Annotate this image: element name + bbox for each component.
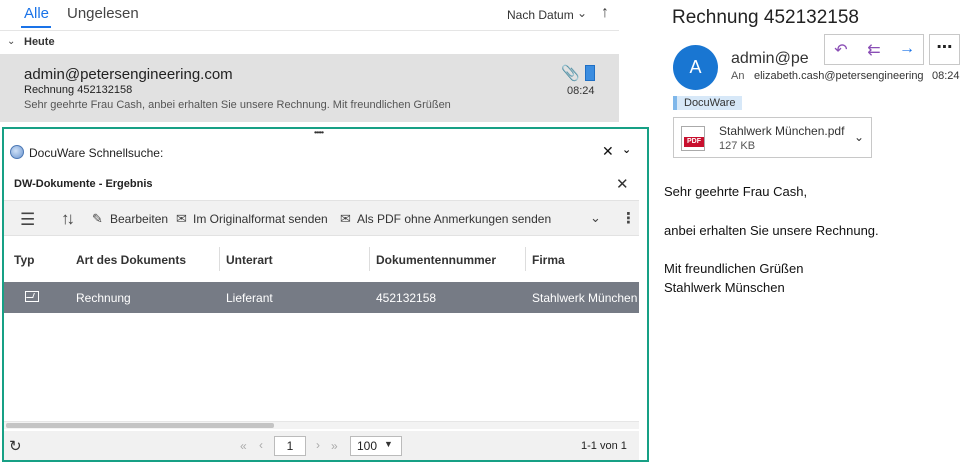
reply-button-group: ↶ ⇇ → <box>824 34 924 65</box>
page-number-input[interactable]: 1 <box>274 436 306 456</box>
body-line: anbei erhalten Sie unsere Rechnung. <box>664 223 879 238</box>
last-page-icon[interactable]: » <box>331 439 338 453</box>
cell-subtype: Lieferant <box>226 291 273 305</box>
flag-icon[interactable] <box>585 65 595 81</box>
sort-by-date-button[interactable]: Nach Datum <box>507 8 574 22</box>
divider <box>0 30 619 31</box>
group-label-today: Heute <box>24 36 55 48</box>
tab-unread[interactable]: Ungelesen <box>67 5 139 22</box>
column-divider[interactable] <box>369 247 370 271</box>
pencil-icon[interactable]: ✎ <box>92 211 103 227</box>
resize-handle[interactable]: ••••• <box>314 128 324 137</box>
result-count: 1-1 von 1 <box>581 440 627 452</box>
mail-preview: Sehr geehrte Frau Cash, anbei erhalten S… <box>24 99 451 111</box>
mail-subject: Rechnung 452132158 <box>24 84 133 96</box>
attachment-card[interactable]: PDF Stahlwerk München.pdf 127 KB ⌄ <box>673 117 872 158</box>
column-header-type[interactable]: Typ <box>14 253 34 267</box>
sort-icon[interactable]: ↑↓ <box>61 209 75 229</box>
page-size-select[interactable]: 100 <box>350 436 402 456</box>
result-title: DW-Dokumente - Ergebnis <box>14 178 153 190</box>
globe-icon <box>10 145 24 159</box>
message-title: Rechnung 452132158 <box>672 7 860 28</box>
to-label: An <box>731 70 745 82</box>
chevron-down-icon[interactable]: ⌄ <box>577 6 587 20</box>
cell-company: Stahlwerk München <box>532 291 638 305</box>
body-line: Mit freundlichen Grüßen <box>664 261 804 276</box>
next-page-icon[interactable]: › <box>316 438 320 452</box>
active-tab-indicator <box>21 26 51 28</box>
group-collapse-icon[interactable]: ⌄ <box>7 36 15 47</box>
more-icon[interactable]: ⋯ <box>929 34 960 65</box>
message-time: 08:24 <box>932 70 960 82</box>
close-result-icon[interactable]: ✕ <box>616 175 629 193</box>
list-view-icon[interactable]: ☰ <box>20 210 35 230</box>
attachment-size: 127 KB <box>719 140 756 152</box>
mail-icon[interactable]: ✉ <box>176 211 187 227</box>
result-toolbar: ☰ ↑↓ ✎ Bearbeiten ✉ Im Originalformat se… <box>4 200 639 236</box>
pdf-icon: PDF <box>681 126 705 151</box>
column-header-doc-number[interactable]: Dokumentennummer <box>376 253 496 267</box>
mail-icon[interactable]: ✉ <box>340 211 351 227</box>
forward-icon[interactable]: → <box>891 40 923 58</box>
pane-title: DocuWare Schnellsuche: <box>29 146 164 160</box>
column-divider[interactable] <box>219 247 220 271</box>
more-icon[interactable]: ⋮ <box>621 209 636 227</box>
cell-doc-number: 452132158 <box>376 291 437 305</box>
mail-list-item[interactable]: admin@petersengineering.com Rechnung 452… <box>0 54 619 122</box>
reply-all-icon[interactable]: ⇇ <box>858 40 890 60</box>
body-line: Stahlwerk Münschen <box>664 280 785 295</box>
docuware-pane: ••••• DocuWare Schnellsuche: ✕ ⌄ DW-Doku… <box>2 127 649 462</box>
category-tag[interactable]: DocuWare <box>677 96 742 110</box>
edit-button[interactable]: Bearbeiten <box>110 212 168 226</box>
paperclip-icon: 📎 <box>561 65 580 82</box>
mail-time: 08:24 <box>567 85 595 97</box>
first-page-icon[interactable]: « <box>240 439 247 453</box>
pdf-badge: PDF <box>684 137 704 147</box>
send-pdf-button[interactable]: Als PDF ohne Anmerkungen senden <box>357 212 551 226</box>
chevron-down-icon[interactable]: ▼ <box>384 439 393 449</box>
prev-page-icon[interactable]: ‹ <box>259 438 263 452</box>
column-header-subtype[interactable]: Unterart <box>226 253 273 267</box>
column-header-company[interactable]: Firma <box>532 253 565 267</box>
attachment-name: Stahlwerk München.pdf <box>719 124 845 138</box>
chevron-down-icon[interactable]: ⌄ <box>854 130 864 144</box>
scrollbar-thumb[interactable] <box>6 423 274 428</box>
tab-all[interactable]: Alle <box>24 5 49 22</box>
message-sender[interactable]: admin@pe <box>731 50 809 68</box>
close-icon[interactable]: ✕ <box>602 143 614 160</box>
cell-doc-type: Rechnung <box>76 291 131 305</box>
pager-bar: ↻ « ‹ 1 › » 100 ▼ 1-1 von 1 <box>4 431 639 460</box>
message-recipient[interactable]: elizabeth.cash@petersengineering <box>754 70 932 82</box>
sort-arrow-icon[interactable]: ↑ <box>601 4 609 22</box>
column-divider[interactable] <box>525 247 526 271</box>
chevron-down-icon[interactable]: ⌄ <box>590 210 601 226</box>
avatar[interactable]: A <box>673 45 718 90</box>
document-type-icon <box>25 291 39 302</box>
collapse-icon[interactable]: ⌄ <box>622 143 631 156</box>
reply-icon[interactable]: ↶ <box>825 40 857 60</box>
refresh-icon[interactable]: ↻ <box>9 437 22 455</box>
mail-sender: admin@petersengineering.com <box>24 66 233 83</box>
column-header-doc-type[interactable]: Art des Dokuments <box>76 253 186 267</box>
mail-list: Alle Ungelesen Nach Datum ⌄ ↑ ⌄ Heute ad… <box>0 0 619 130</box>
body-line: Sehr geehrte Frau Cash, <box>664 184 808 199</box>
table-row[interactable]: Rechnung Lieferant 452132158 Stahlwerk M… <box>4 282 639 313</box>
send-original-button[interactable]: Im Originalformat senden <box>193 212 328 226</box>
